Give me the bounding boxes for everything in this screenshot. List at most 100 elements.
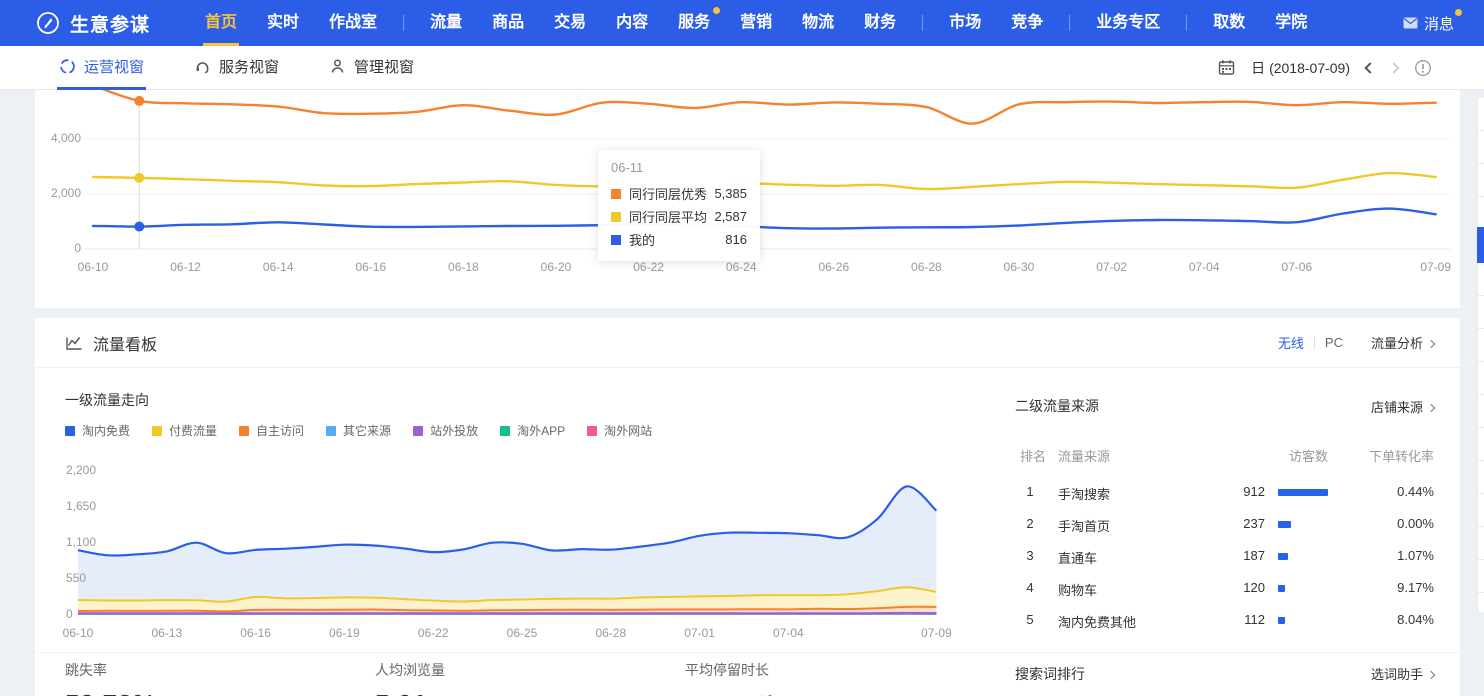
secondary-traffic-title: 二级流量来源 xyxy=(1015,396,1099,416)
brand-name[interactable]: 生意参谋 xyxy=(70,10,150,37)
legend-item[interactable]: 自主访问 xyxy=(239,422,304,439)
metric-avg-stay-time: 平均停留时长 17.48秒 xyxy=(685,660,779,696)
tooltip-series-value: 2,587 xyxy=(714,209,747,224)
nav-item-traffic[interactable]: 流量 xyxy=(415,0,477,46)
x-tick-label: 06-10 xyxy=(48,626,108,640)
ya-tick-label: 2,200 xyxy=(66,463,116,477)
y-tick-label: 2,000 xyxy=(39,186,81,200)
nav-item-service[interactable]: 服务 xyxy=(663,0,725,46)
area-chart-svg[interactable] xyxy=(62,458,962,618)
visitors-cell: 237 xyxy=(1165,516,1265,531)
tab-operations-view[interactable]: 运营视窗 xyxy=(57,46,146,90)
nav-item-home[interactable]: 首页 xyxy=(190,0,252,46)
tab-label: 管理视窗 xyxy=(354,56,414,77)
nav-item-data-extract[interactable]: 取数 xyxy=(1198,0,1260,46)
x-tick-label: 06-30 xyxy=(989,260,1049,274)
nav-divider xyxy=(922,15,923,31)
app-logo-icon[interactable] xyxy=(36,11,60,35)
nav-item-warroom[interactable]: 作战室 xyxy=(314,0,392,46)
legend-swatch xyxy=(239,426,249,436)
date-value: (2018-07-09) xyxy=(1269,60,1350,76)
nav-item-trade[interactable]: 交易 xyxy=(539,0,601,46)
scrollbar-thumb[interactable] xyxy=(1477,227,1484,263)
source-name-cell[interactable]: 购物车 xyxy=(1058,580,1097,599)
chart-tooltip: 06-11 同行同层优秀 5,385 同行同层平均 2,587 我的 816 xyxy=(598,150,760,261)
metric-value: 5.01 xyxy=(375,689,445,696)
nav-item-market[interactable]: 市场 xyxy=(934,0,996,46)
source-name-cell[interactable]: 手淘搜索 xyxy=(1058,484,1110,503)
nav-item-realtime[interactable]: 实时 xyxy=(252,0,314,46)
messages-label: 消息 xyxy=(1424,13,1454,34)
legend-item[interactable]: 站外投放 xyxy=(413,422,478,439)
legend-label: 淘内免费 xyxy=(82,422,130,439)
tooltip-series-label: 同行同层平均 xyxy=(629,207,707,226)
legend-item[interactable]: 淘外网站 xyxy=(587,422,652,439)
shop-sources-link[interactable]: 店铺来源 xyxy=(1371,397,1434,416)
nav-item-competition[interactable]: 竞争 xyxy=(996,0,1058,46)
x-tick-label: 07-09 xyxy=(1406,260,1466,274)
traffic-board-header: 流量看板 无线 PC 流量分析 xyxy=(35,318,1460,368)
nav-item-label: 服务 xyxy=(678,14,710,31)
trend-chart[interactable]: 02,0004,00006-1006-1206-1406-1606-1806-2… xyxy=(85,90,1450,290)
x-tick-label: 06-28 xyxy=(581,626,641,640)
word-picker-link[interactable]: 选词助手 xyxy=(1371,664,1434,683)
legend-swatch xyxy=(152,426,162,436)
tab-service-view[interactable]: 服务视窗 xyxy=(192,46,281,90)
source-name-cell[interactable]: 淘内免费其他 xyxy=(1058,612,1136,631)
channel-toggle-pc[interactable]: PC xyxy=(1325,335,1343,350)
messages-button[interactable]: 消息 xyxy=(1403,13,1454,34)
nav-divider xyxy=(403,15,404,31)
traffic-board-title: 流量看板 xyxy=(93,331,157,355)
previous-day-button[interactable] xyxy=(1364,62,1375,73)
x-tick-label: 06-22 xyxy=(619,260,679,274)
legend-item[interactable]: 淘外APP xyxy=(500,422,565,439)
calendar-icon[interactable] xyxy=(1218,59,1235,76)
legend-item[interactable]: 淘内免费 xyxy=(65,422,130,439)
legend-item[interactable]: 其它来源 xyxy=(326,422,391,439)
tooltip-row: 同行同层优秀 5,385 xyxy=(611,182,747,205)
nav-item-logistics[interactable]: 物流 xyxy=(787,0,849,46)
tab-management-view[interactable]: 管理视窗 xyxy=(327,46,416,90)
legend-swatch xyxy=(65,426,75,436)
search-ranking-title: 搜索词排行 xyxy=(1015,664,1085,684)
x-tick-label: 06-26 xyxy=(804,260,864,274)
channel-toggle-wireless[interactable]: 无线 xyxy=(1278,333,1304,352)
next-day-button-disabled[interactable] xyxy=(1388,62,1399,73)
source-name-cell[interactable]: 直通车 xyxy=(1058,548,1097,567)
info-icon[interactable] xyxy=(1414,59,1432,77)
trend-chart-svg[interactable] xyxy=(85,90,1450,250)
metric-label: 人均浏览量 xyxy=(375,660,445,680)
nav-item-marketing[interactable]: 营销 xyxy=(725,0,787,46)
tooltip-row: 我的 816 xyxy=(611,228,747,251)
source-name-cell[interactable]: 手淘首页 xyxy=(1058,516,1110,535)
stacked-area-chart[interactable]: 05501,1001,6502,20006-1006-1306-1606-190… xyxy=(62,458,962,658)
ya-tick-label: 550 xyxy=(66,571,116,585)
tooltip-date: 06-11 xyxy=(611,160,747,175)
nav-item-goods[interactable]: 商品 xyxy=(477,0,539,46)
tooltip-series-value: 5,385 xyxy=(714,186,747,201)
metric-value: 17.48秒 xyxy=(685,689,779,696)
x-tick-label: 06-13 xyxy=(137,626,197,640)
visitor-bar xyxy=(1278,617,1285,624)
nav-item-finance[interactable]: 财务 xyxy=(849,0,911,46)
ya-tick-label: 0 xyxy=(66,607,116,621)
conversion-cell: 9.17% xyxy=(1324,580,1434,595)
nav-item-content[interactable]: 内容 xyxy=(601,0,663,46)
date-granularity-and-value[interactable]: 日 (2018-07-09) xyxy=(1251,58,1350,78)
headset-icon xyxy=(194,58,211,75)
rank-cell: 3 xyxy=(1021,548,1039,563)
legend-item[interactable]: 付费流量 xyxy=(152,422,217,439)
x-tick-label: 06-24 xyxy=(711,260,771,274)
legend-label: 自主访问 xyxy=(256,422,304,439)
conversion-cell: 1.07% xyxy=(1324,548,1434,563)
conversion-cell: 8.04% xyxy=(1324,612,1434,627)
metric-value: 59.73% xyxy=(65,689,156,696)
table-row: 5 淘内免费其他 112 8.04% xyxy=(1015,604,1434,636)
table-row: 3 直通车 187 1.07% xyxy=(1015,540,1434,572)
legend-swatch xyxy=(500,426,510,436)
traffic-analysis-link[interactable]: 流量分析 xyxy=(1371,333,1434,352)
section-divider xyxy=(35,652,1460,653)
column-conversion: 下单转化率 xyxy=(1324,446,1434,465)
nav-item-business-zone[interactable]: 业务专区 xyxy=(1081,0,1175,46)
nav-item-academy[interactable]: 学院 xyxy=(1260,0,1322,46)
